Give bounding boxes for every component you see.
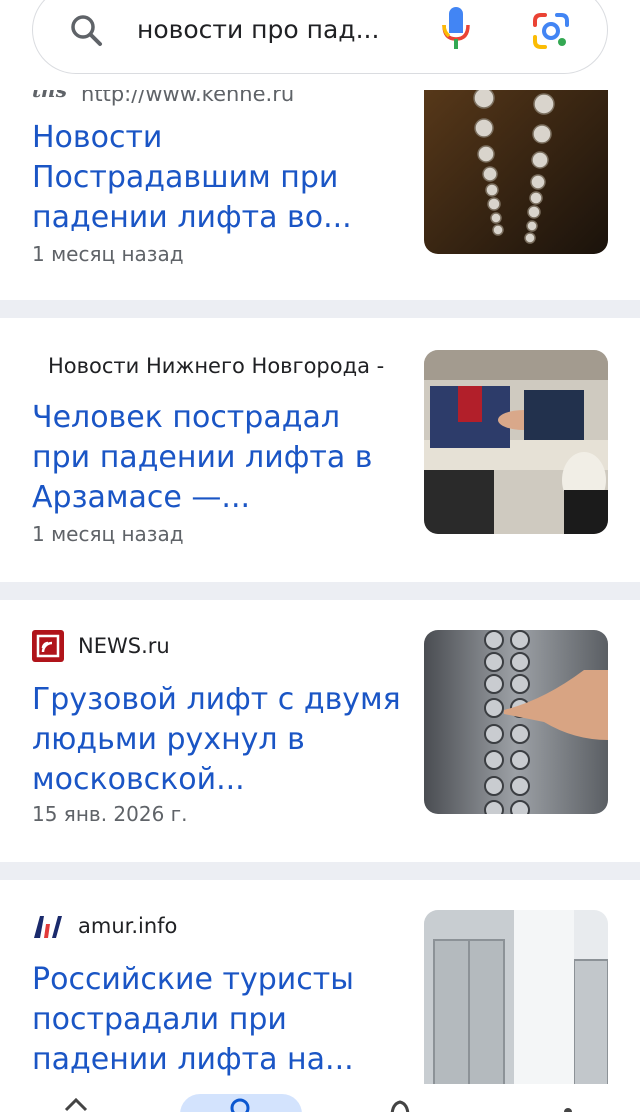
result-thumbnail[interactable] (424, 70, 608, 254)
microphone-icon[interactable] (441, 5, 471, 51)
result-card[interactable]: amur.info Российские туристы пострадали … (0, 880, 640, 1112)
search-icon[interactable] (69, 13, 103, 47)
result-card[interactable]: NEWS.ru Грузовой лифт с двумя людьми рух… (0, 600, 640, 862)
google-lens-icon[interactable] (531, 11, 571, 51)
result-time: 1 месяц назад (32, 522, 184, 546)
menu-icon[interactable] (556, 1098, 580, 1112)
search-bar[interactable]: новости про пад... (32, 0, 608, 74)
result-time: 15 янв. 2026 г. (32, 802, 188, 826)
result-thumbnail[interactable] (424, 910, 608, 1086)
result-source: Новости Нижнего Новгорода - (48, 354, 385, 378)
notifications-icon[interactable] (388, 1098, 412, 1112)
search-tab-icon (230, 1098, 250, 1112)
search-tab[interactable] (180, 1094, 302, 1112)
result-title[interactable]: Российские туристы пострадали при падени… (32, 960, 402, 1080)
amur-favicon-icon (32, 910, 64, 942)
home-icon[interactable] (64, 1098, 88, 1112)
result-title[interactable]: Новости Пострадавшим при падении лифта в… (32, 118, 402, 238)
search-header: новости про пад... (0, 0, 640, 90)
result-title[interactable]: Человек пострадал при падении лифта в Ар… (32, 398, 402, 518)
result-source: amur.info (32, 910, 177, 942)
result-time: 1 месяц назад (32, 242, 184, 266)
result-source: NEWS.ru (32, 630, 170, 662)
result-thumbnail[interactable] (424, 350, 608, 534)
result-card[interactable]: Новости Нижнего Новгорода - Человек пост… (0, 318, 640, 582)
newsru-favicon-icon (32, 630, 64, 662)
search-input[interactable]: новости про пад... (137, 15, 379, 44)
result-title[interactable]: Грузовой лифт с двумя людьми рухнул в мо… (32, 680, 402, 800)
bottom-navigation (0, 1084, 640, 1112)
result-thumbnail[interactable] (424, 630, 608, 814)
